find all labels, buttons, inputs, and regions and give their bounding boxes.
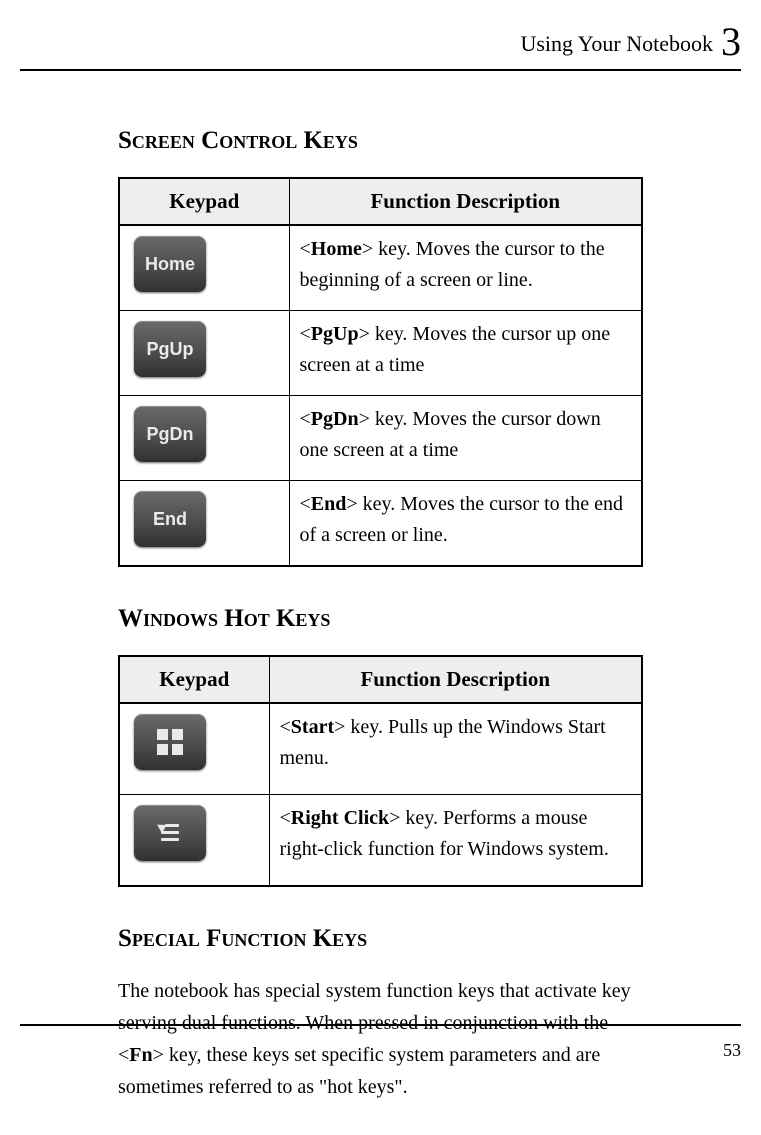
table-row: PgUp <PgUp> key. Moves the cursor up one…: [119, 311, 642, 396]
pgup-key-icon: PgUp: [134, 321, 206, 377]
table-header-keypad: Keypad: [119, 656, 269, 703]
table-row: Home <Home> key. Moves the cursor to the…: [119, 225, 642, 311]
section-title-screen-control: Screen Control Keys: [118, 127, 643, 155]
table-row: End <End> key. Moves the cursor to the e…: [119, 481, 642, 567]
end-key-icon: End: [134, 491, 206, 547]
home-key-icon: Home: [134, 236, 206, 292]
table-row: <Start> key. Pulls up the Windows Start …: [119, 703, 642, 795]
section-title-special-function: Special Function Keys: [118, 925, 643, 953]
section-title-windows-hot: Windows Hot Keys: [118, 605, 643, 633]
windows-key-icon: [134, 714, 206, 770]
key-description: <PgUp> key. Moves the cursor up one scre…: [289, 311, 642, 396]
page-number: 53: [723, 1040, 741, 1060]
key-description: <PgDn> key. Moves the cursor down one sc…: [289, 396, 642, 481]
key-description: <Home> key. Moves the cursor to the begi…: [289, 225, 642, 311]
key-description: <Start> key. Pulls up the Windows Start …: [269, 703, 642, 795]
table-row: PgDn <PgDn> key. Moves the cursor down o…: [119, 396, 642, 481]
table-row: <Right Click> key. Performs a mouse righ…: [119, 795, 642, 887]
page-footer: 53: [20, 1024, 741, 1061]
key-description: <Right Click> key. Performs a mouse righ…: [269, 795, 642, 887]
context-menu-key-icon: [134, 805, 206, 861]
table-header-desc: Function Description: [289, 178, 642, 225]
header-title: Using Your Notebook: [520, 31, 713, 56]
windows-hot-table: Keypad Function Description <Start> key.: [118, 655, 643, 887]
screen-control-table: Keypad Function Description Home <Home> …: [118, 177, 643, 567]
key-description: <End> key. Moves the cursor to the end o…: [289, 481, 642, 567]
table-header-desc: Function Description: [269, 656, 642, 703]
table-header-keypad: Keypad: [119, 178, 289, 225]
page-header: Using Your Notebook 3: [20, 18, 741, 71]
chapter-number: 3: [721, 19, 741, 64]
pgdn-key-icon: PgDn: [134, 406, 206, 462]
